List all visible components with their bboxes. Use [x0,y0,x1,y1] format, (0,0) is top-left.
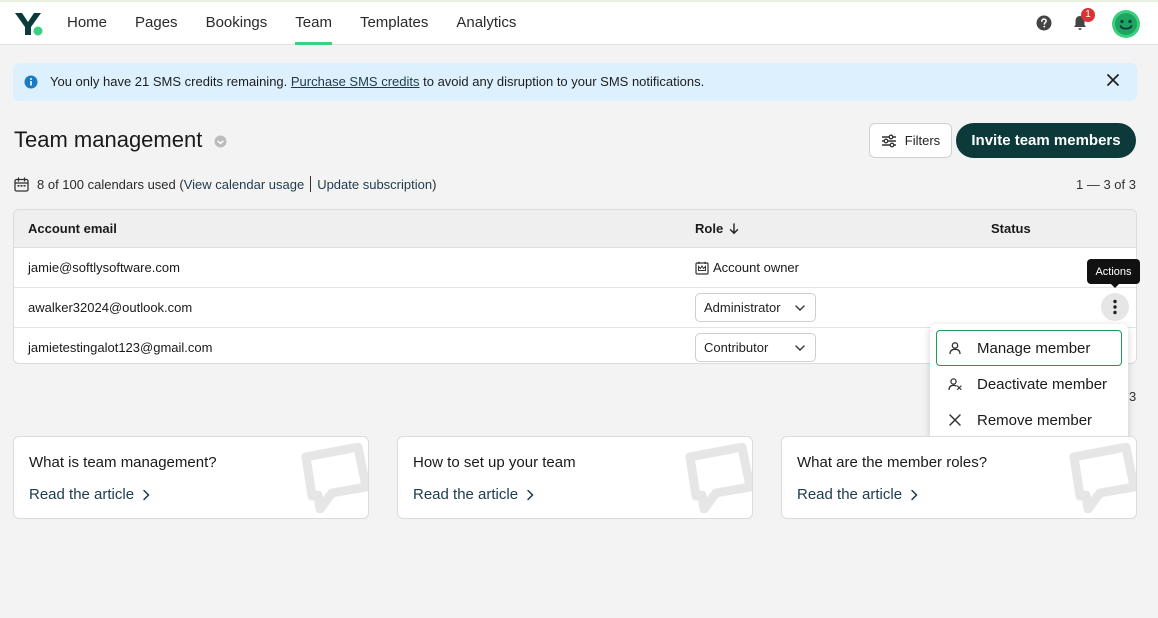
actions-button[interactable] [1101,293,1129,321]
remove-member-label: Remove member [977,411,1093,429]
banner-text-after: to avoid any disruption to your SMS noti… [423,74,705,89]
nav-home[interactable]: Home [53,2,121,45]
top-nav-bar: Home Pages Bookings Team Templates Analy… [0,0,1158,45]
read-article-label: Read the article [797,486,903,503]
member-email: awalker32024@outlook.com [28,300,193,315]
speech-bubble-icon [301,443,368,513]
help-card-title: How to set up your team [413,454,576,471]
column-header-email[interactable]: Account email [28,221,117,236]
column-header-status[interactable]: Status [991,221,1031,236]
sliders-icon [881,134,896,147]
role-select[interactable]: Contributor [695,333,816,362]
usage-paren-close: ) [432,176,437,192]
speech-bubble-icon [685,443,752,513]
table-row: awalker32024@outlook.com Administrator [14,288,1136,328]
manage-member-label: Manage member [977,339,1091,357]
role-select[interactable]: Administrator [695,293,816,322]
info-circle-icon[interactable] [214,135,227,148]
nav-bookings[interactable]: Bookings [192,2,282,45]
table-header: Account email Role Status [14,210,1136,248]
usage-separator [310,176,312,192]
avatar-smiley-icon[interactable] [1111,9,1141,39]
help-card[interactable]: How to set up your team Read the article [397,436,753,519]
chevron-right-icon [527,489,534,500]
user-deactivate-icon [948,378,962,391]
deactivate-member-menu-item[interactable]: Deactivate member [936,366,1122,402]
role-header-label: Role [695,221,724,236]
pagination-bottom: 3 [1129,389,1137,404]
banner-message: You only have 21 SMS credits remaining. … [50,74,704,89]
purchase-sms-credits-link[interactable]: Purchase SMS credits [291,74,420,89]
banner-text-before: You only have 21 SMS credits remaining. [50,74,288,89]
help-icon[interactable] [1036,15,1052,31]
crown-calendar-icon [695,261,709,275]
calendar-usage-text: 8 of 100 calendars used [37,176,176,192]
main-nav: Home Pages Bookings Team Templates Analy… [53,2,530,45]
filters-label: Filters [904,133,941,148]
help-card-title: What is team management? [29,454,217,471]
sms-credits-banner: You only have 21 SMS credits remaining. … [13,63,1137,101]
usage-paren-open: ( [175,176,184,192]
nav-team[interactable]: Team [281,2,346,45]
user-icon [949,342,961,355]
arrow-down-icon [729,222,739,234]
chevron-right-icon [911,489,918,500]
help-card[interactable]: What is team management? Read the articl… [13,436,369,519]
pagination-summary: 1 — 3 of 3 [1076,177,1136,192]
member-email: jamie@softlysoftware.com [28,260,180,275]
speech-bubble-icon [1069,443,1136,513]
notification-badge: 1 [1081,8,1095,22]
role-select-value: Administrator [704,300,781,315]
update-subscription-link[interactable]: Update subscription [317,177,432,192]
calendar-icon [14,176,29,192]
filters-button[interactable]: Filters [869,123,952,158]
read-article-label: Read the article [29,486,135,503]
nav-analytics[interactable]: Analytics [442,2,530,45]
member-role-label: Account owner [713,260,799,275]
column-header-role[interactable]: Role [695,221,739,236]
page-title: Team management [14,127,203,152]
calendar-usage: 8 of 100 calendars used ( View calendar … [14,176,436,192]
read-article-link[interactable]: Read the article [29,486,150,503]
remove-member-menu-item[interactable]: Remove member [936,402,1122,438]
deactivate-member-label: Deactivate member [977,375,1108,393]
role-select-value: Contributor [704,340,769,355]
app-logo-icon[interactable] [14,11,44,37]
help-card[interactable]: What are the member roles? Read the arti… [781,436,1137,519]
read-article-link[interactable]: Read the article [797,486,918,503]
manage-member-menu-item[interactable]: Manage member [936,330,1122,366]
info-icon [24,75,38,89]
member-email: jamietestingalot123@gmail.com [28,340,213,355]
chevron-down-icon [795,344,805,351]
nav-templates[interactable]: Templates [346,2,442,45]
read-article-label: Read the article [413,486,519,503]
notifications-button[interactable]: 1 [1071,8,1095,32]
member-actions-menu: Manage member Deactivate member Remove m… [930,324,1128,445]
invite-team-members-button[interactable]: Invite team members [956,123,1136,158]
view-calendar-usage-link[interactable]: View calendar usage [184,177,304,192]
member-role: Account owner [695,260,799,275]
close-icon[interactable] [1106,73,1120,87]
chevron-right-icon [143,489,150,500]
actions-tooltip: Actions [1087,259,1140,288]
nav-pages[interactable]: Pages [121,2,192,45]
help-card-title: What are the member roles? [797,454,988,471]
more-vertical-icon [1113,299,1117,315]
read-article-link[interactable]: Read the article [413,486,534,503]
x-icon [949,414,961,426]
chevron-down-icon [795,304,805,311]
table-row: jamie@softlysoftware.com Account owner [14,248,1136,288]
